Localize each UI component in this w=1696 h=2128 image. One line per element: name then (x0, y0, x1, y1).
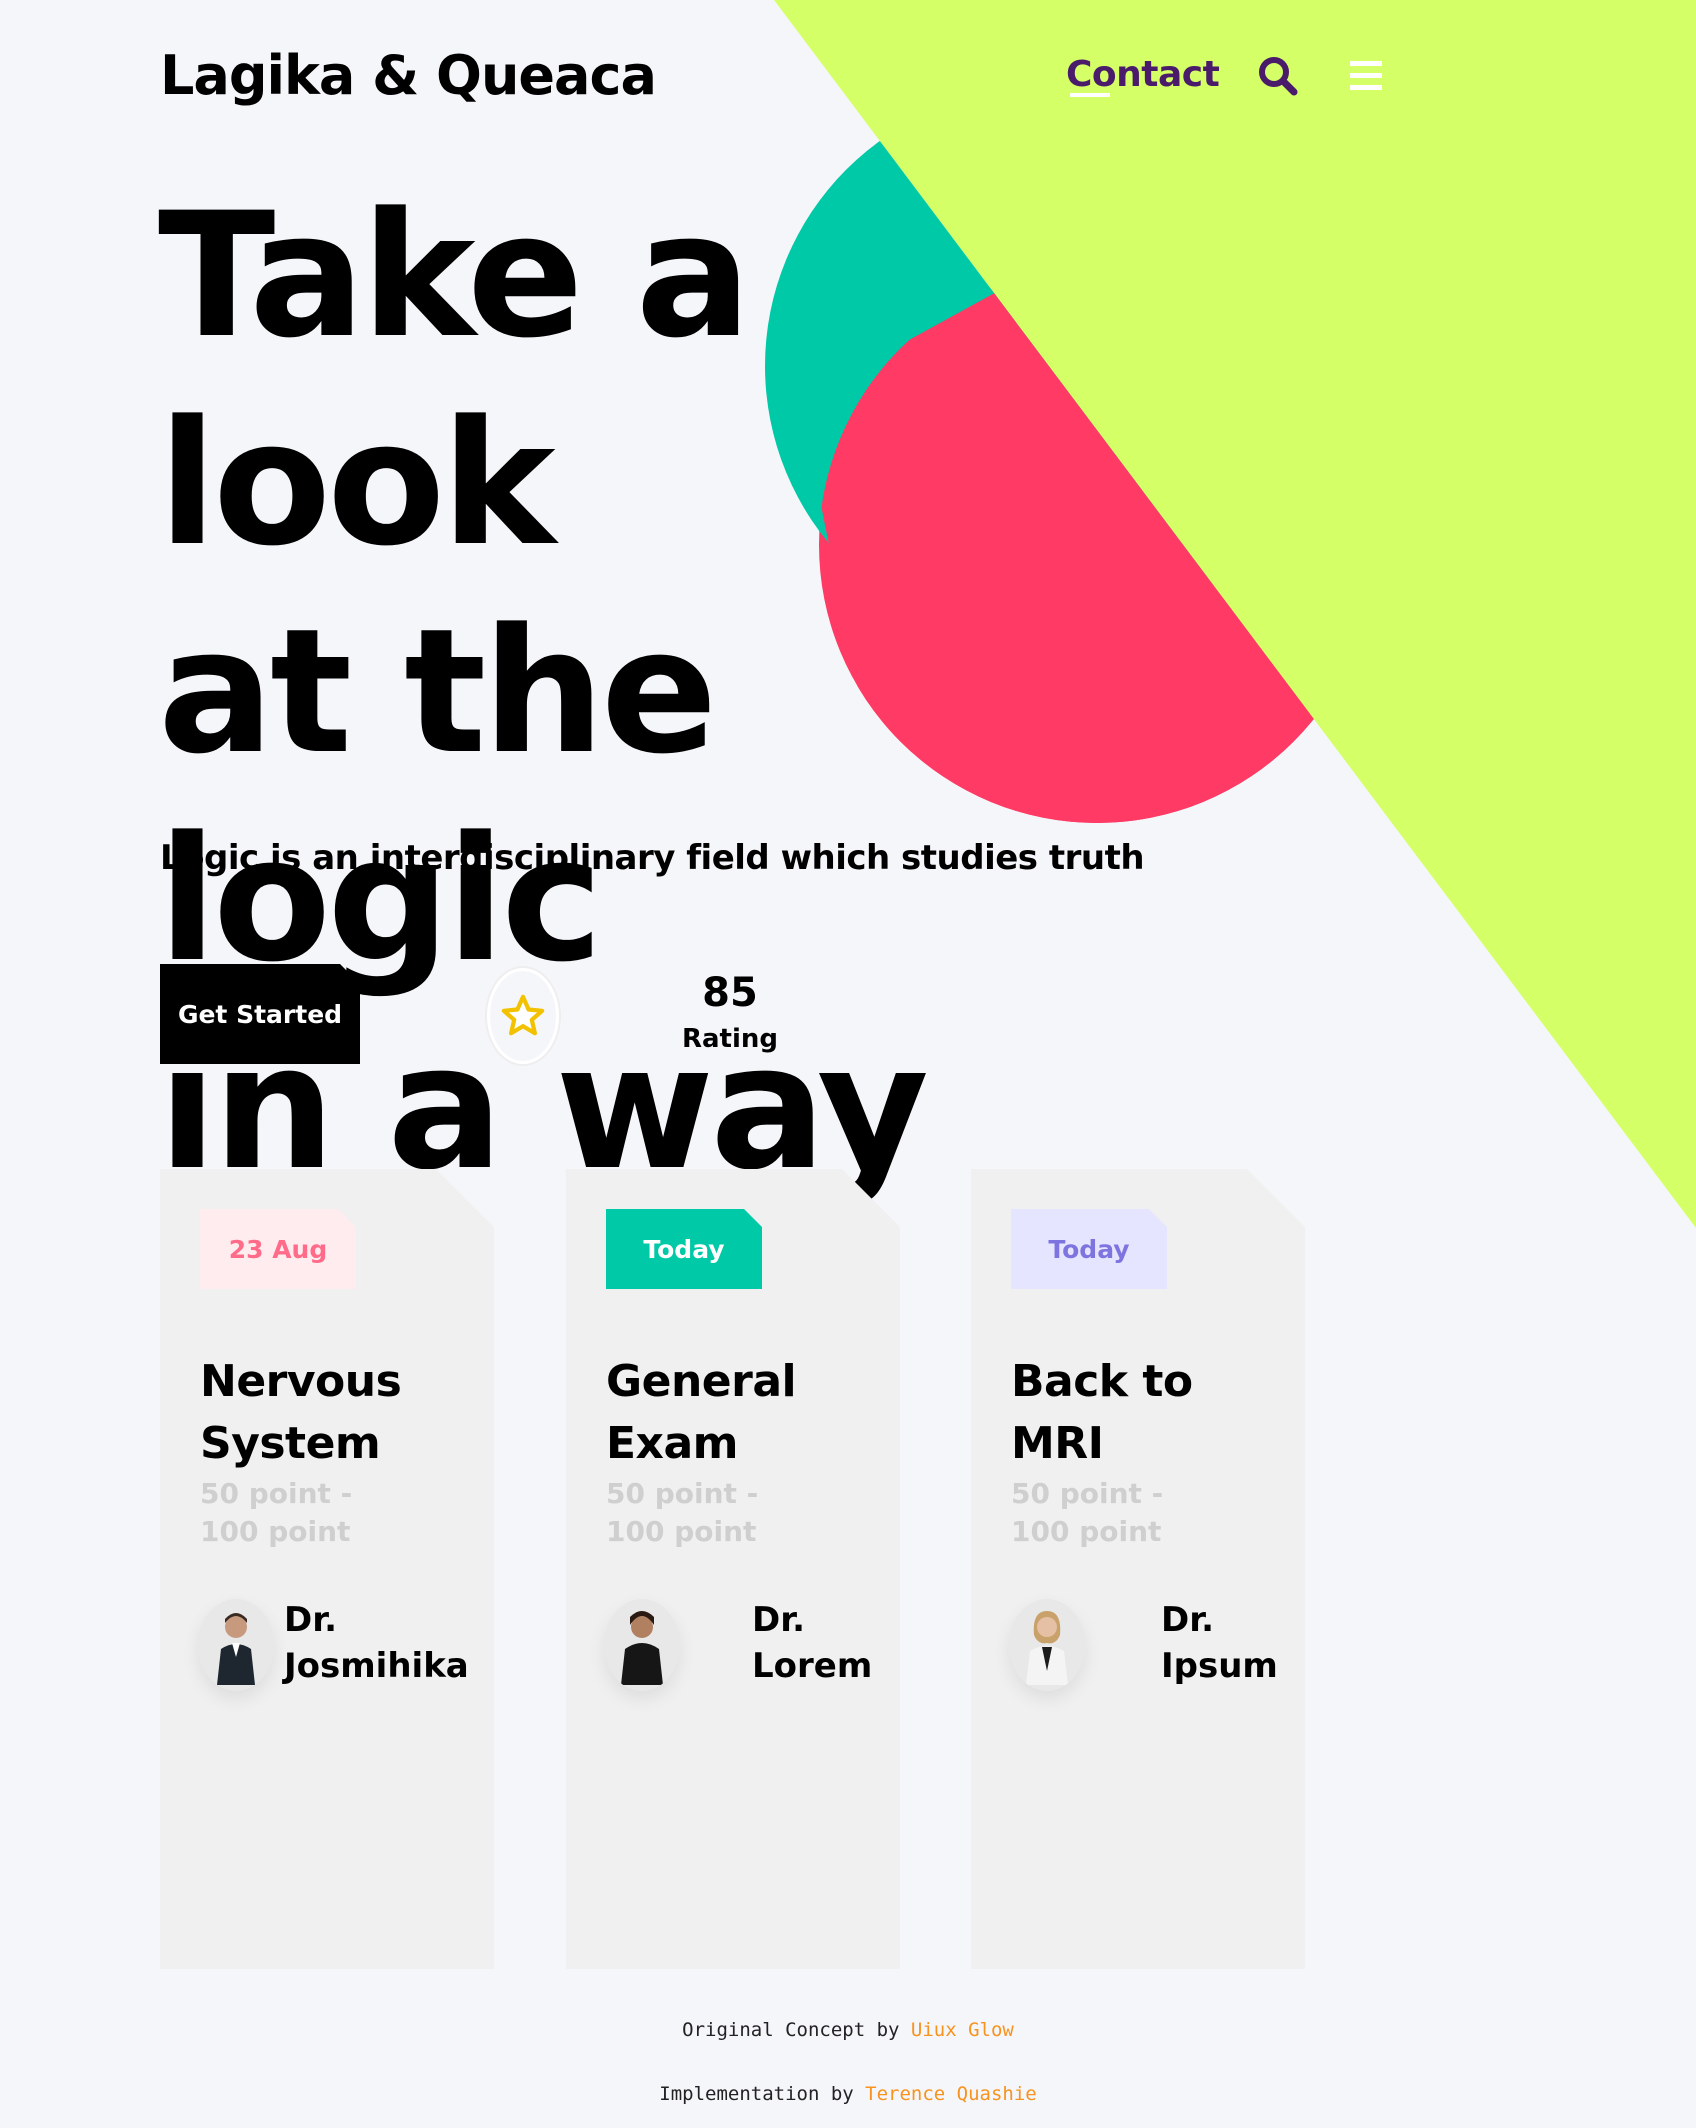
card-title-line: Exam (606, 1418, 738, 1469)
date-tag: Today (1011, 1209, 1167, 1289)
hero-subtitle: Logic is an interdisciplinary field whic… (160, 838, 1145, 878)
doctor-name-line: Dr. (752, 1600, 806, 1640)
get-started-button[interactable]: Get Started (160, 964, 360, 1064)
rating-label: Rating (681, 1024, 779, 1054)
card-title: Nervous System (200, 1351, 470, 1475)
concept-credit: Original Concept by Uiux Glow (0, 2019, 1696, 2041)
implementation-credit-prefix: Implementation by (659, 2083, 866, 2105)
card-title: General Exam (606, 1351, 876, 1475)
hamburger-menu-icon[interactable] (1346, 58, 1386, 94)
card-title-line: MRI (1011, 1418, 1104, 1469)
card-title: Back to MRI (1011, 1351, 1281, 1475)
card-points: 50 point - 100 point (200, 1477, 353, 1548)
course-card[interactable]: 23 Aug Nervous System 50 point - 100 poi… (160, 1169, 494, 1969)
hero-title-line: at the logic (158, 591, 718, 1000)
date-tag: 23 Aug (200, 1209, 356, 1289)
doctor-name: Dr. Ipsum (1161, 1597, 1278, 1689)
terence-quashie-link[interactable]: Terence Quashie (865, 2083, 1037, 2105)
doctor-name: Dr. Josmihika (284, 1597, 469, 1689)
doctor-name-line: Lorem (752, 1646, 873, 1686)
card-title-line: Nervous (200, 1356, 402, 1407)
avatar (1009, 1599, 1085, 1691)
star-icon[interactable] (487, 968, 559, 1064)
concept-credit-prefix: Original Concept by (682, 2019, 911, 2041)
doctor-name: Dr. Lorem (752, 1597, 872, 1689)
course-card[interactable]: Today General Exam 50 point - 100 point … (566, 1169, 900, 1969)
date-tag: Today (606, 1209, 762, 1289)
doctor-name-line: Ipsum (1161, 1646, 1278, 1686)
doctor-name-line: Josmihika (284, 1646, 469, 1686)
avatar (198, 1599, 274, 1691)
contact-link[interactable]: Contact (1066, 54, 1220, 95)
card-title-line: Back to (1011, 1356, 1193, 1407)
hero-title-line: Take a look (158, 175, 752, 584)
site-logo[interactable]: Lagika & Queaca (160, 44, 657, 107)
contact-underline (1070, 93, 1110, 97)
card-points: 50 point - 100 point (606, 1477, 759, 1548)
uiux-glow-link[interactable]: Uiux Glow (911, 2019, 1014, 2041)
implementation-credit: Implementation by Terence Quashie (0, 2083, 1696, 2105)
doctor-name-line: Dr. (284, 1600, 338, 1640)
card-title-line: General (606, 1356, 797, 1407)
card-title-line: System (200, 1418, 381, 1469)
avatar (604, 1599, 680, 1691)
search-icon[interactable] (1256, 54, 1300, 98)
card-points: 50 point - 100 point (1011, 1477, 1164, 1548)
course-card[interactable]: Today Back to MRI 50 point - 100 point D… (971, 1169, 1305, 1969)
doctor-name-line: Dr. (1161, 1600, 1215, 1640)
rating-value: 85 (702, 970, 758, 1016)
